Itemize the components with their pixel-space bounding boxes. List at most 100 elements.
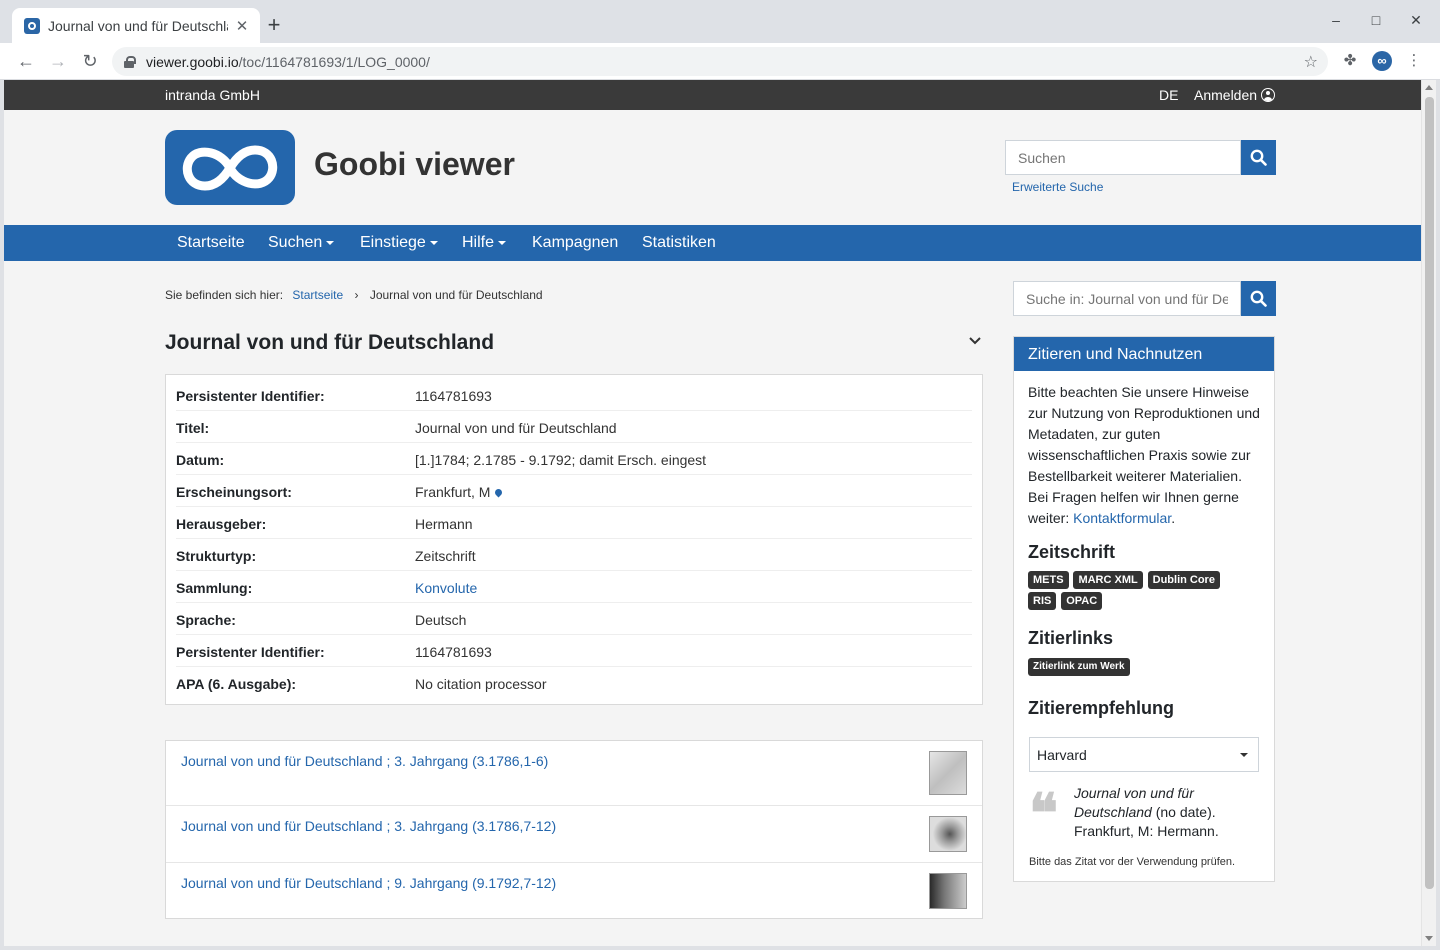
reload-icon[interactable]: ↻ [78, 50, 102, 72]
metadata-row: Persistenter Identifier: 1164781693 [176, 379, 972, 411]
breadcrumb-home[interactable]: Startseite [292, 288, 343, 302]
caret-down-icon [429, 240, 438, 245]
metadata-key: Herausgeber: [176, 516, 267, 532]
advanced-search-link[interactable]: Erweiterte Suche [1012, 180, 1103, 194]
nav-einstiege[interactable]: Einstiege [360, 234, 438, 252]
toc-item-link[interactable]: Journal von und für Deutschland ; 3. Jah… [181, 818, 556, 834]
metadata-row: Erscheinungsort: Frankfurt, M [176, 475, 972, 507]
back-icon[interactable]: ← [14, 50, 38, 72]
metadata-key: Persistenter Identifier: [176, 644, 325, 660]
caret-down-icon [498, 240, 507, 245]
goobi-logo[interactable] [165, 130, 295, 205]
page-title: Journal von und für Deutschland [165, 331, 495, 354]
metadata-value: 1164781693 [415, 388, 492, 404]
map-marker-icon[interactable] [494, 487, 504, 498]
scrollbar-thumb[interactable] [1425, 97, 1434, 889]
minimize-icon[interactable]: – [1326, 12, 1346, 28]
nav-suchen-label: Suchen [268, 234, 323, 251]
metadata-row: APA (6. Ausgabe): No citation processor [176, 667, 972, 699]
nav-hilfe-label: Hilfe [462, 234, 495, 251]
maximize-icon[interactable]: □ [1366, 12, 1386, 28]
metadata-row: Persistenter Identifier: 1164781693 [176, 635, 972, 667]
browser-tab[interactable]: Journal von und für Deutschland ✕ [12, 8, 260, 43]
metadata-row: Titel: Journal von und für Deutschland [176, 411, 972, 443]
user-icon [1261, 88, 1276, 102]
badge-ris[interactable]: RIS [1028, 592, 1057, 610]
nav-kampagnen[interactable]: Kampagnen [532, 234, 618, 252]
toc-item-link[interactable]: Journal von und für Deutschland ; 9. Jah… [181, 875, 556, 891]
language-switch[interactable]: DE [1159, 87, 1178, 103]
metadata-row: Strukturtyp: Zeitschrift [176, 539, 972, 571]
chevron-down-icon[interactable] [968, 336, 982, 346]
nav-startseite[interactable]: Startseite [177, 234, 245, 252]
toc-item-link[interactable]: Journal von und für Deutschland ; 3. Jah… [181, 753, 548, 769]
toc-item: Journal von und für Deutschland ; 3. Jah… [166, 741, 982, 806]
nav-einstiege-label: Einstiege [360, 234, 426, 251]
citation-style-select[interactable]: Harvard [1029, 737, 1259, 772]
nav-statistiken[interactable]: Statistiken [642, 234, 716, 252]
caret-down-icon [326, 240, 335, 245]
goobi-favicon-icon [24, 17, 40, 34]
metadata-row: Datum: [1.]1784; 2.1785 - 9.1792; damit … [176, 443, 972, 475]
header-search-input[interactable] [1005, 140, 1241, 175]
badge-mets[interactable]: METS [1028, 571, 1069, 589]
browser-menu-icon[interactable]: ⋮ [1404, 51, 1424, 71]
metadata-key: Datum: [176, 452, 225, 468]
address-bar[interactable]: viewer.goobi.io/toc/1164781693/1/LOG_000… [112, 47, 1328, 76]
usage-notice: Bitte beachten Sie unsere Hinweise zur N… [1028, 382, 1260, 529]
lock-icon [124, 55, 136, 68]
site-title: Goobi viewer [314, 146, 515, 182]
org-name: intranda GmbH [165, 87, 260, 103]
cite-link-work-badge[interactable]: Zitierlink zum Werk [1028, 658, 1130, 676]
login-label: Anmelden [1194, 87, 1258, 103]
quote-icon: ❝ [1029, 781, 1059, 845]
metadata-value: Hermann [415, 516, 473, 532]
close-window-icon[interactable]: ✕ [1406, 12, 1426, 29]
badge-marc-xml[interactable]: MARC XML [1073, 571, 1143, 589]
in-record-search-input[interactable] [1013, 281, 1241, 316]
main-navigation: Startseite Suchen Einstiege Hilfe Kampag… [4, 225, 1421, 261]
scroll-down-icon[interactable] [1425, 936, 1433, 941]
search-icon [1250, 290, 1267, 307]
extensions-puzzle-icon[interactable]: ✤ [1340, 51, 1360, 71]
format-badges: METS MARC XML Dublin Core RIS OPAC [1028, 571, 1250, 613]
metadata-row: Sammlung: Konvolute [176, 571, 972, 603]
metadata-table: Persistenter Identifier: 1164781693 Tite… [165, 374, 983, 705]
breadcrumb-prefix: Sie befinden sich hier: [165, 288, 284, 302]
browser-tabstrip: Journal von und für Deutschland ✕ + – □ … [0, 0, 1440, 43]
metadata-row: Sprache: Deutsch [176, 603, 972, 635]
search-icon [1250, 149, 1267, 166]
citation-widget: Zitieren und Nachnutzen Bitte beachten S… [1013, 336, 1275, 882]
badge-dublin-core[interactable]: Dublin Core [1147, 571, 1220, 589]
scroll-up-icon[interactable] [1425, 85, 1433, 90]
toc-item-thumbnail[interactable] [929, 751, 967, 795]
breadcrumb-current: Journal von und für Deutschland [369, 288, 543, 302]
toc-item: Journal von und für Deutschland ; 3. Jah… [166, 806, 982, 863]
usage-notice-text: Bitte beachten Sie unsere Hinweise zur N… [1028, 384, 1260, 526]
section-format-title: Zeitschrift [1028, 542, 1116, 562]
badge-opac[interactable]: OPAC [1061, 592, 1103, 610]
login-link[interactable]: Anmelden [1194, 87, 1276, 103]
url-host: viewer.goobi.io [146, 53, 239, 70]
nav-suchen[interactable]: Suchen [268, 234, 335, 252]
nav-hilfe[interactable]: Hilfe [462, 234, 507, 252]
toc-item-thumbnail[interactable] [929, 816, 967, 852]
collection-link[interactable]: Konvolute [415, 580, 477, 596]
bookmark-star-icon[interactable]: ☆ [1304, 52, 1318, 72]
close-tab-icon[interactable]: ✕ [234, 17, 250, 35]
browser-toolbar: ← → ↻ viewer.goobi.io/toc/1164781693/1/L… [0, 43, 1440, 80]
citation-style-value: Harvard [1037, 747, 1087, 763]
toc-item-thumbnail[interactable] [929, 873, 967, 909]
new-tab-icon[interactable]: + [264, 14, 284, 36]
place-value: Frankfurt, M [415, 484, 491, 500]
in-record-search-button[interactable] [1241, 281, 1276, 316]
header-search-button[interactable] [1241, 140, 1276, 175]
contact-form-link[interactable]: Kontaktformular [1073, 510, 1171, 526]
citation-text: Journal von und für Deutschland (no date… [1074, 784, 1264, 841]
metadata-key: Sammlung: [176, 580, 253, 596]
tab-title: Journal von und für Deutschland [48, 17, 228, 34]
forward-icon[interactable]: → [46, 50, 70, 72]
section-links-title: Zitierlinks [1028, 628, 1114, 648]
goobi-extension-icon[interactable]: ∞ [1372, 51, 1392, 71]
page-scrollbar[interactable] [1421, 80, 1436, 946]
